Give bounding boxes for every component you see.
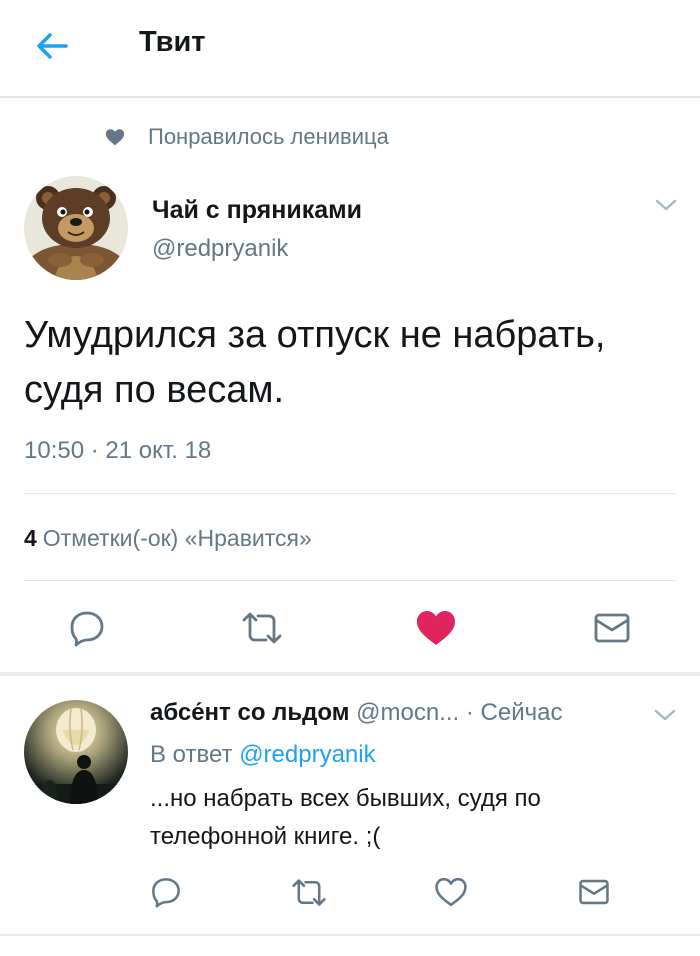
reply-text: ...но набрать всех бывших, судя по телеф… <box>150 785 541 850</box>
author-handle[interactable]: @redpryanik <box>152 235 288 263</box>
avatar[interactable] <box>24 700 128 804</box>
back-arrow-icon[interactable] <box>30 24 80 68</box>
chevron-down-icon[interactable] <box>653 196 679 214</box>
likes-count-label: Отметки(-ок) «Нравится» <box>42 525 312 551</box>
section-separator <box>0 672 700 676</box>
reply-timestamp: · Сейчас <box>465 699 563 726</box>
divider <box>24 580 676 581</box>
reply-icon[interactable] <box>150 876 182 908</box>
reply-author-name[interactable]: абсе́нт со льдом <box>150 699 349 726</box>
page-title: Твит <box>139 26 206 58</box>
avatar[interactable] <box>24 176 128 280</box>
author-name[interactable]: Чай с пряниками <box>152 196 362 225</box>
direct-message-icon[interactable] <box>578 878 610 906</box>
retweet-icon[interactable] <box>240 611 284 645</box>
reply-author-handle[interactable]: @mocn... <box>356 699 459 726</box>
reply-header: абсе́нт со льдом @mocn... · Сейчас <box>150 699 640 727</box>
tweet-text: Умудрился за отпуск не набрать, судя по … <box>24 314 606 411</box>
tweet-timestamp[interactable]: 10:50 · 21 окт. 18 <box>24 437 211 465</box>
heart-icon <box>105 129 125 146</box>
direct-message-icon[interactable] <box>593 612 631 644</box>
likes-count[interactable]: 4 Отметки(-ок) «Нравится» <box>24 525 312 552</box>
top-bar: Твит <box>0 0 700 98</box>
chevron-down-icon[interactable] <box>652 706 678 724</box>
likes-count-number: 4 <box>24 525 37 551</box>
retweet-icon[interactable] <box>290 878 328 907</box>
reply-icon[interactable] <box>68 609 106 647</box>
reply-to-label: В ответ <box>150 741 233 768</box>
divider <box>0 934 700 936</box>
heart-icon[interactable] <box>415 608 457 648</box>
reply-to-mention[interactable]: @redpryanik <box>239 741 375 768</box>
reply-context: В ответ @redpryanik <box>150 741 376 769</box>
social-context: Понравилось ленивица <box>104 122 389 152</box>
social-context-label: Понравилось ленивица <box>148 124 389 149</box>
heart-outline-icon[interactable] <box>434 876 468 908</box>
divider <box>24 493 676 494</box>
